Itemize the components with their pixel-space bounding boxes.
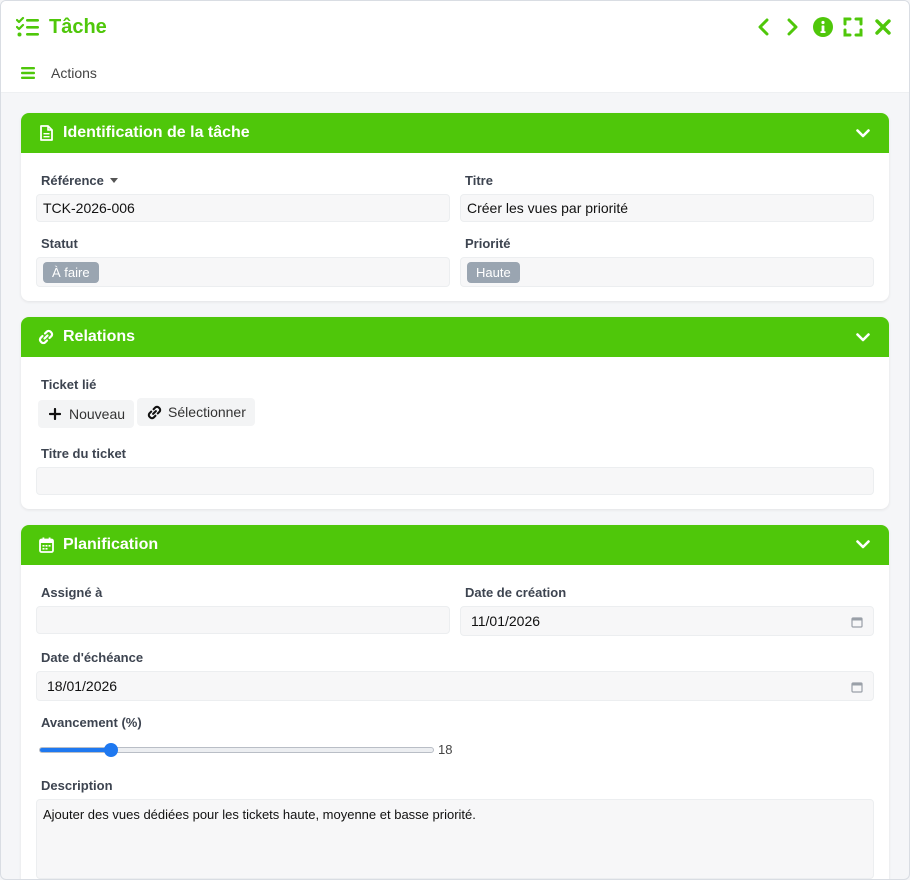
relations-title: Relations bbox=[63, 328, 136, 345]
calendar-picker-icon[interactable] bbox=[851, 615, 863, 628]
statut-field[interactable]: À faire bbox=[36, 257, 450, 287]
window-controls bbox=[751, 15, 895, 39]
slider-thumb[interactable] bbox=[103, 742, 118, 757]
title-bar: Tâche bbox=[1, 1, 909, 53]
priorite-label: Priorité bbox=[465, 236, 511, 251]
planification-header[interactable]: Planification bbox=[21, 524, 889, 565]
chevron-left-icon[interactable] bbox=[751, 15, 775, 39]
avancement-slider[interactable] bbox=[39, 742, 434, 757]
relations-section: Relations Ticket lié Nouveau Sélectionne… bbox=[21, 317, 889, 509]
identification-section: Identification de la tâche Référence TCK… bbox=[21, 113, 889, 301]
description-field[interactable]: Ajouter des vues dédiées pour les ticket… bbox=[36, 798, 874, 879]
link-icon bbox=[37, 328, 55, 346]
hamburger-menu-icon[interactable] bbox=[17, 62, 39, 84]
slider-fill bbox=[40, 747, 111, 752]
priorite-badge: Haute bbox=[467, 261, 520, 283]
ticket-title-label: Titre du ticket bbox=[41, 445, 127, 461]
task-window: Tâche Actions Identification de la tâche… bbox=[0, 0, 910, 880]
statut-badge: À faire bbox=[43, 261, 99, 283]
new-ticket-button[interactable]: Nouveau bbox=[38, 399, 135, 428]
assigne-field[interactable] bbox=[36, 605, 450, 634]
creation-date-label: Date de création bbox=[465, 584, 567, 600]
description-label: Description bbox=[41, 777, 113, 793]
echeance-date-label: Date d'échéance bbox=[41, 649, 144, 665]
form-content: Identification de la tâche Référence TCK… bbox=[1, 93, 909, 879]
caret-down-icon[interactable] bbox=[109, 178, 118, 183]
ticket-title-field[interactable] bbox=[36, 466, 874, 495]
chevron-down-icon[interactable] bbox=[853, 123, 873, 143]
reference-label[interactable]: Référence bbox=[36, 167, 450, 194]
ticket-lie-label: Ticket lié bbox=[41, 377, 97, 392]
plus-icon bbox=[47, 406, 63, 422]
select-ticket-label: Sélectionner bbox=[168, 404, 246, 420]
relations-header[interactable]: Relations bbox=[21, 317, 889, 357]
avancement-slider-row: 18 bbox=[36, 736, 874, 764]
statut-label: Statut bbox=[41, 236, 78, 251]
reference-label-text: Référence bbox=[41, 173, 104, 188]
chevron-down-icon[interactable] bbox=[853, 327, 873, 347]
identification-header[interactable]: Identification de la tâche bbox=[21, 113, 889, 153]
avancement-label: Avancement (%) bbox=[41, 714, 142, 730]
creation-date-field[interactable]: 11/01/2026 bbox=[460, 605, 874, 636]
titre-label: Titre bbox=[465, 173, 493, 188]
reference-field[interactable]: TCK-2026-006 bbox=[36, 194, 450, 222]
document-icon bbox=[37, 124, 55, 142]
calendar-picker-icon[interactable] bbox=[851, 680, 863, 693]
planification-title: Planification bbox=[63, 535, 159, 553]
chevron-right-icon[interactable] bbox=[781, 15, 805, 39]
calendar-icon bbox=[37, 536, 55, 554]
planification-section: Planification Assigné à Date de création… bbox=[21, 524, 889, 879]
avancement-value: 18 bbox=[438, 742, 453, 757]
fullscreen-icon[interactable] bbox=[841, 15, 865, 39]
info-icon[interactable] bbox=[811, 15, 835, 39]
chevron-down-icon[interactable] bbox=[853, 535, 873, 555]
link-icon bbox=[146, 404, 162, 420]
window-title: Tâche bbox=[49, 15, 107, 38]
echeance-date-value: 18/01/2026 bbox=[47, 677, 118, 694]
new-ticket-label: Nouveau bbox=[69, 405, 126, 422]
action-bar: Actions bbox=[1, 53, 909, 93]
assigne-label: Assigné à bbox=[41, 584, 103, 600]
priorite-field[interactable]: Haute bbox=[460, 257, 874, 287]
actions-menu-label[interactable]: Actions bbox=[51, 65, 97, 81]
titre-field[interactable]: Créer les vues par priorité bbox=[460, 194, 874, 222]
creation-date-value: 11/01/2026 bbox=[471, 612, 541, 629]
checklist-icon bbox=[15, 14, 41, 40]
identification-title: Identification de la tâche bbox=[63, 124, 250, 141]
close-icon[interactable] bbox=[871, 15, 895, 39]
select-ticket-button[interactable]: Sélectionner bbox=[137, 398, 255, 426]
echeance-date-field[interactable]: 18/01/2026 bbox=[36, 670, 874, 701]
